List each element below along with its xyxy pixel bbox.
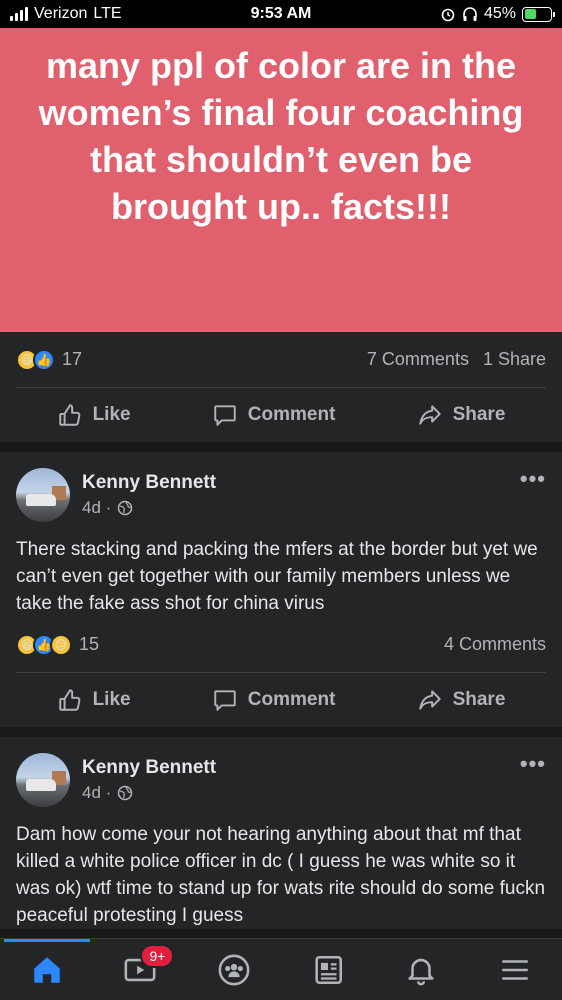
tab-watch[interactable]: 9+ — [116, 943, 175, 994]
post-text: There stacking and packing the mfers at … — [16, 539, 538, 614]
author-name[interactable]: Kenny Bennett — [82, 472, 216, 494]
like-label: Like — [92, 689, 131, 710]
reaction-count: 17 — [62, 349, 83, 369]
newspaper-icon — [315, 955, 342, 984]
share-button[interactable]: Share — [417, 687, 506, 713]
alarm-icon — [441, 8, 455, 22]
reactions-summary[interactable]: 😆 👍 17 — [16, 348, 83, 371]
groups-icon — [218, 954, 250, 985]
post-stats: 😆 👍 😥 15 4 Comments — [16, 617, 546, 673]
like-reaction-icon: 👍 — [33, 348, 55, 371]
more-options-icon[interactable]: ••• — [520, 466, 546, 492]
share-label: Share — [452, 404, 506, 425]
post-footer: 😆 👍 17 7 Comments 1 Share Like Comment S… — [0, 332, 562, 442]
tab-groups[interactable] — [210, 946, 258, 994]
comment-button[interactable]: Comment — [212, 402, 336, 428]
post-footer: 😆 👍 😥 15 4 Comments Like Comment Share — [0, 617, 562, 727]
comment-icon — [214, 690, 236, 711]
feed-post: Kenny Bennett 4d · ••• Dam how come your… — [0, 737, 562, 929]
text-post-banner: many ppl of color are in the women’s fin… — [0, 28, 562, 332]
post-time[interactable]: 4d · — [82, 783, 111, 803]
shares-count[interactable]: 1 Share — [483, 349, 546, 370]
post-actions: Like Comment Share — [16, 673, 546, 727]
author-name[interactable]: Kenny Bennett — [82, 757, 216, 779]
bottom-tab-bar: 9+ — [0, 938, 562, 1000]
thumbs-up-icon — [58, 689, 80, 711]
post-actions: Like Comment Share — [16, 388, 546, 442]
like-button[interactable]: Like — [57, 687, 131, 713]
avatar[interactable] — [16, 468, 70, 522]
comments-count[interactable]: 7 Comments — [367, 349, 469, 370]
comment-label: Comment — [247, 689, 336, 710]
reaction-count: 15 — [79, 634, 100, 654]
comment-label: Comment — [247, 404, 336, 425]
battery-icon — [522, 6, 555, 22]
share-icon — [418, 405, 441, 425]
globe-icon — [118, 785, 133, 801]
share-icon — [418, 690, 441, 710]
reactions-summary[interactable]: 😆 👍 😥 15 — [16, 633, 100, 656]
tab-home[interactable] — [23, 946, 71, 994]
home-icon — [34, 956, 60, 983]
hamburger-menu-icon — [502, 959, 528, 980]
banner-text: many ppl of color are in the women’s fin… — [38, 45, 524, 227]
like-label: Like — [92, 404, 131, 425]
headphones-icon — [463, 7, 477, 21]
sad-reaction-icon: 😥 — [50, 633, 72, 656]
thumbs-up-icon — [58, 404, 80, 426]
tab-notifications[interactable] — [397, 946, 445, 994]
active-tab-indicator — [4, 939, 90, 942]
bell-icon — [408, 958, 435, 985]
notification-badge: 9+ — [140, 943, 175, 968]
carrier-label: Verizon — [34, 5, 88, 22]
post-text: Dam how come your not hearing anything a… — [16, 824, 546, 926]
like-button[interactable]: Like — [57, 402, 131, 428]
feed-post: Kenny Bennett 4d · ••• There stacking an… — [0, 452, 562, 727]
tab-menu[interactable] — [491, 946, 539, 994]
tab-news[interactable] — [304, 946, 352, 994]
post-header: Kenny Bennett 4d · ••• — [0, 452, 562, 522]
globe-icon — [118, 500, 133, 516]
network-label: LTE — [93, 5, 122, 22]
status-bar: Verizon LTE 9:53 AM 45% — [0, 0, 562, 28]
more-options-icon[interactable]: ••• — [520, 751, 546, 777]
post-stats: 😆 👍 17 7 Comments 1 Share — [16, 332, 546, 388]
comments-count[interactable]: 4 Comments — [444, 634, 546, 655]
share-label: Share — [452, 689, 506, 710]
avatar[interactable] — [16, 753, 70, 807]
news-feed[interactable]: many ppl of color are in the women’s fin… — [0, 28, 562, 938]
battery-percent: 45% — [483, 5, 516, 22]
post-header: Kenny Bennett 4d · ••• — [0, 737, 562, 807]
comment-icon — [214, 405, 236, 426]
post-time[interactable]: 4d · — [82, 498, 111, 518]
signal-icon — [10, 7, 28, 21]
share-button[interactable]: Share — [417, 402, 506, 428]
comment-button[interactable]: Comment — [212, 687, 336, 713]
